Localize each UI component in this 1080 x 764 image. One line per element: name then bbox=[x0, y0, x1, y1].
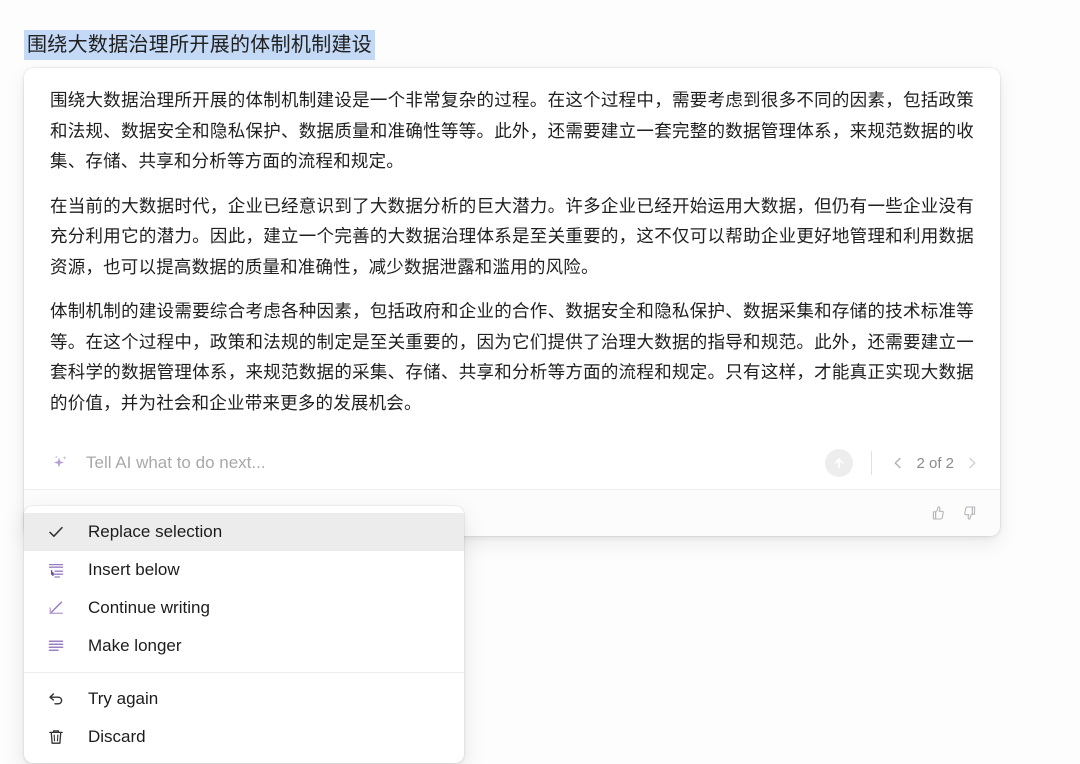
menu-item-label: Continue writing bbox=[88, 598, 210, 617]
menu-item-replace-selection[interactable]: Replace selection bbox=[24, 513, 464, 551]
result-pager: 2 of 2 bbox=[890, 455, 980, 472]
ai-response-body: 围绕大数据治理所开展的体制机制建设是一个非常复杂的过程。在这个过程中，需要考虑到… bbox=[24, 68, 1000, 423]
trash-icon bbox=[46, 727, 66, 747]
menu-item-label: Try again bbox=[88, 689, 159, 708]
pencil-line-icon bbox=[46, 598, 66, 618]
ai-actions-menu: Replace selection Insert below Continue … bbox=[24, 506, 464, 763]
menu-item-discard[interactable]: Discard bbox=[24, 718, 464, 756]
make-longer-lines-icon bbox=[46, 636, 66, 656]
ai-prompt-input[interactable] bbox=[86, 453, 826, 473]
menu-separator bbox=[24, 672, 464, 673]
thumbs-up-icon[interactable] bbox=[928, 504, 946, 522]
menu-item-continue-writing[interactable]: Continue writing bbox=[24, 589, 464, 627]
menu-item-label: Discard bbox=[88, 727, 146, 746]
editor-canvas: 围绕大数据治理所开展的体制机制建设 围绕大数据治理所开展的体制机制建设是一个非常… bbox=[0, 0, 1080, 764]
menu-item-make-longer[interactable]: Make longer bbox=[24, 627, 464, 665]
submit-prompt-button[interactable] bbox=[825, 449, 854, 477]
chevron-left-icon[interactable] bbox=[890, 455, 906, 471]
thumbs-down-icon[interactable] bbox=[962, 504, 980, 522]
insert-below-icon bbox=[46, 560, 66, 580]
ai-paragraph: 体制机制的建设需要综合考虑各种因素，包括政府和企业的合作、数据安全和隐私保护、数… bbox=[50, 302, 974, 414]
menu-item-label: Insert below bbox=[88, 560, 180, 579]
menu-item-try-again[interactable]: Try again bbox=[24, 680, 464, 718]
ai-prompt-row: 2 of 2 bbox=[24, 437, 1000, 489]
ai-paragraph: 围绕大数据治理所开展的体制机制建设是一个非常复杂的过程。在这个过程中，需要考虑到… bbox=[50, 91, 974, 172]
menu-item-label: Replace selection bbox=[88, 522, 223, 541]
selected-document-title[interactable]: 围绕大数据治理所开展的体制机制建设 bbox=[24, 30, 376, 60]
undo-arrow-icon bbox=[46, 689, 66, 709]
feedback-controls bbox=[928, 504, 980, 522]
ai-paragraph: 在当前的大数据时代，企业已经意识到了大数据分析的巨大潜力。许多企业已经开始运用大… bbox=[50, 196, 974, 278]
menu-item-label: Make longer bbox=[88, 636, 182, 655]
check-icon bbox=[46, 522, 66, 542]
menu-item-insert-below[interactable]: Insert below bbox=[24, 551, 464, 589]
toolbar-divider bbox=[871, 451, 873, 475]
pager-label: 2 of 2 bbox=[916, 454, 954, 472]
chevron-right-icon[interactable] bbox=[964, 455, 980, 471]
sparkle-icon bbox=[50, 453, 70, 473]
ai-result-card: 围绕大数据治理所开展的体制机制建设是一个非常复杂的过程。在这个过程中，需要考虑到… bbox=[24, 68, 1000, 536]
